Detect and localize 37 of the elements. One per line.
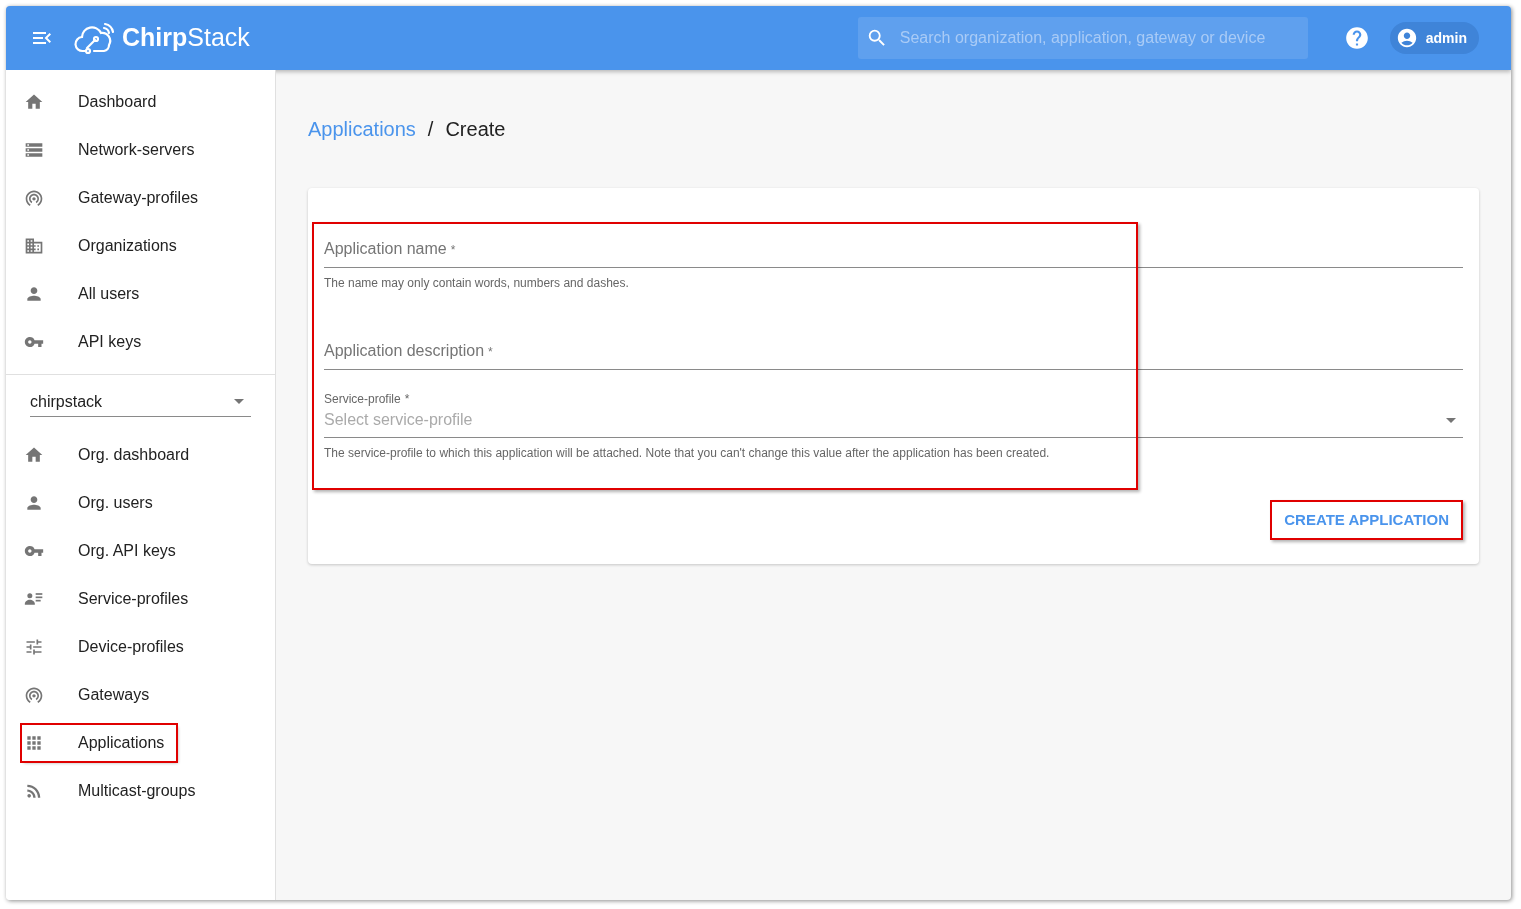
sidebar-item[interactable]: All users [22,276,152,312]
sidebar-item[interactable]: Applications [22,725,177,761]
sliders-icon [24,637,44,657]
helper-text: The name may only contain words, numbers and dashes. [324,275,630,292]
sidebar-item[interactable]: Org. users [22,485,165,521]
antenna-icon [24,188,44,208]
grid-icon [24,733,44,753]
help-icon[interactable] [1343,25,1370,51]
sidebar-item[interactable]: Gateways [22,677,162,713]
sidebar-item[interactable]: Gateway-profiles [22,180,211,216]
select-field[interactable]: Service-profile * Select service-profile [324,390,1463,438]
user-menu-button[interactable]: admin [1389,22,1479,54]
text-input-field[interactable]: Application name * [324,234,1463,268]
home-icon [24,445,44,465]
sidebar-item[interactable]: Organizations [22,228,189,264]
page-title: Create [445,117,506,142]
antenna-icon [24,685,44,705]
account-icon [1395,27,1418,49]
sidebar-item[interactable]: Service-profiles [22,581,201,617]
breadcrumb-separator: / [427,117,434,142]
sidebar-item[interactable]: Dashboard [22,84,169,120]
sidebar-item[interactable]: Org. API keys [22,533,188,569]
logo-text: ChirpStack [122,22,250,54]
search-field[interactable]: Search organization, application, gateway or device [857,17,1308,59]
home-icon [24,92,44,112]
organization-select[interactable]: chirpstack [30,387,251,417]
dropdown-caret-icon [234,399,244,404]
sidebar-item[interactable]: Network-servers [22,132,207,168]
building-icon [24,236,44,256]
text-input-field[interactable]: Application description * [324,336,1463,370]
sidebar-item[interactable]: Device-profiles [22,629,196,665]
sidebar-item[interactable]: Org. dashboard [22,437,202,473]
server-icon [24,140,44,160]
helper-text: The service-profile to which this application will be attached. Note that you can't change this value after the application has been created. [324,445,1051,462]
sidebar-item[interactable]: API keys [22,324,154,360]
sidebar-item[interactable]: Multicast-groups [22,773,208,809]
dropdown-caret-icon [1446,417,1456,423]
